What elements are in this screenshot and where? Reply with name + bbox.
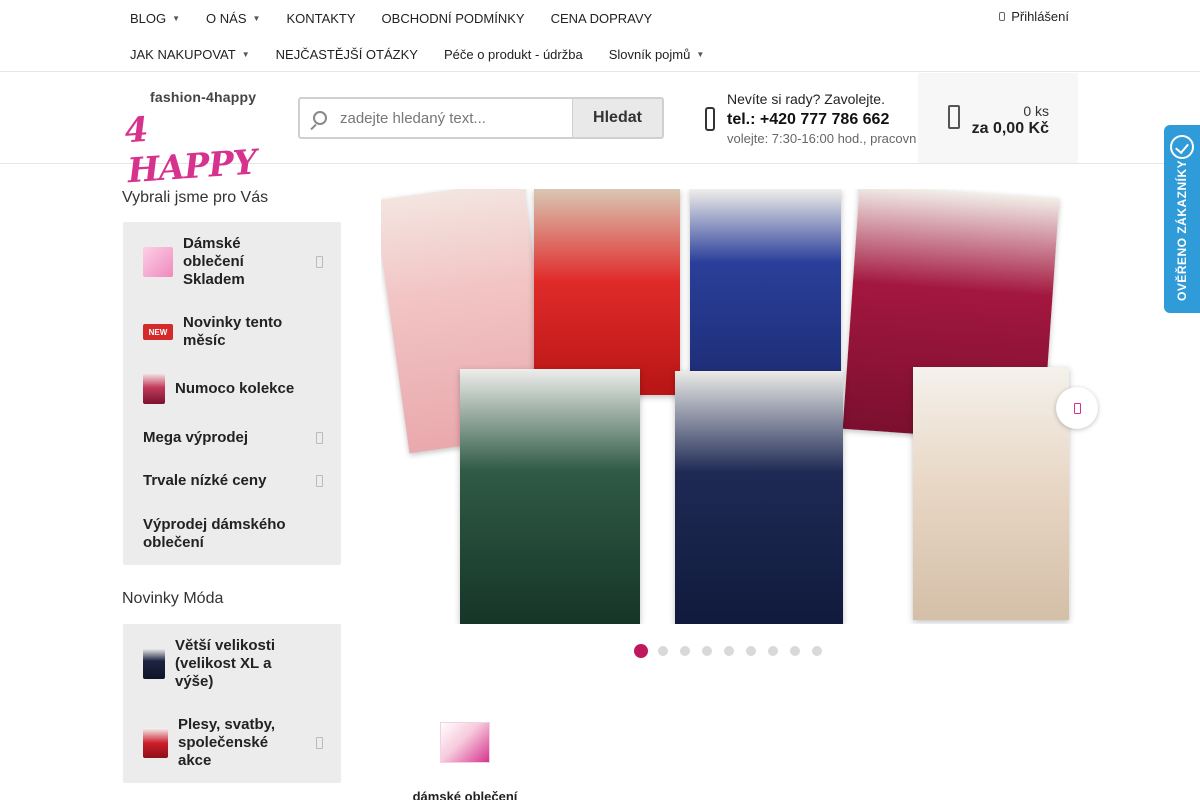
nav-cena-dopravy-label: CENA DOPRAVY bbox=[550, 10, 653, 26]
carousel-dot[interactable] bbox=[790, 646, 800, 656]
chevron-right-icon bbox=[316, 256, 323, 268]
carousel-dot[interactable] bbox=[812, 646, 822, 656]
nav-kontakty[interactable]: KONTAKTY bbox=[286, 11, 355, 26]
phone-icon bbox=[705, 107, 715, 131]
site-header: fashion-4happy 4 HAPPY Hledat Nevíte si … bbox=[0, 73, 1200, 191]
search-button[interactable]: Hledat bbox=[572, 99, 662, 137]
top-navigation: BLOG ▼ O NÁS ▼ KONTAKTY OBCHODNÍ PODMÍNKY … bbox=[0, 0, 1200, 72]
site-logo[interactable]: fashion-4happy 4 HAPPY bbox=[123, 89, 281, 191]
pink-banner-thumb bbox=[143, 247, 173, 277]
nav-kontakty-label: KONTAKTY bbox=[286, 10, 356, 26]
nav-jak-nakupovat-label: JAK NAKUPOVAT bbox=[130, 46, 236, 62]
carousel-dot[interactable] bbox=[702, 646, 712, 656]
nav-blog-label: BLOG bbox=[130, 10, 167, 26]
verified-seal-icon bbox=[1170, 135, 1194, 159]
carousel-dot[interactable] bbox=[746, 646, 756, 656]
cart-total: za 0,00 Kč bbox=[971, 120, 1049, 137]
red-dress-thumb bbox=[143, 728, 168, 758]
new-badge-icon: NEW bbox=[143, 324, 173, 340]
sidebar-item-label: Dámské oblečení Skladem bbox=[183, 235, 245, 288]
logo-wordmark: 4 HAPPY bbox=[123, 109, 258, 192]
carousel-dot[interactable] bbox=[724, 646, 734, 656]
nav-pece-o-produkt[interactable]: Péče o produkt - údržba bbox=[444, 47, 583, 62]
carousel-photo bbox=[534, 189, 680, 395]
sidebar-section-title: Vybrali jsme pro Vás bbox=[122, 189, 269, 206]
sidebar-item-mega-vyprodej[interactable]: Mega výprodej bbox=[143, 428, 327, 448]
sidebar-item-label: Numoco kolekce bbox=[175, 380, 295, 397]
carousel-photo bbox=[675, 371, 843, 624]
contact-phone[interactable]: tel.: +420 777 786 662 bbox=[727, 111, 889, 129]
nav-nejcastejsi-otazky-label: NEJČASTĚJŠÍ OTÁZKY bbox=[275, 46, 418, 62]
sidebar-item-plesy-svatby[interactable]: Plesy, svatby, společenské akce bbox=[143, 716, 327, 770]
cart-icon bbox=[948, 105, 960, 129]
search-input[interactable] bbox=[340, 99, 572, 137]
verified-badge-text: OVĚŘENO ZÁKAZNÍKY bbox=[1175, 159, 1189, 301]
hero-carousel[interactable] bbox=[381, 189, 1077, 624]
nav-row-2: JAK NAKUPOVAT ▼ NEJČASTĚJŠÍ OTÁZKY Péče o… bbox=[130, 36, 730, 72]
sidebar-section-title: Novinky Móda bbox=[122, 590, 224, 607]
cart-count: 0 ks bbox=[1023, 103, 1049, 119]
contact-prompt: Nevíte si rady? Zavolejte. bbox=[727, 91, 885, 107]
sidebar-item-label: Výprodej dámského oblečení bbox=[143, 516, 286, 551]
sidebar-item-label: Větší velikosti (velikost XL a výše) bbox=[175, 637, 276, 690]
sidebar-menu-novinky-moda: Větší velikosti (velikost XL a výše) Ple… bbox=[123, 624, 341, 783]
login-label: Přihlášení bbox=[1011, 9, 1069, 24]
carousel-dot[interactable] bbox=[768, 646, 778, 656]
carousel-pagination bbox=[634, 644, 822, 658]
sidebar-item-novinky[interactable]: NEW Novinky tento měsíc bbox=[143, 314, 327, 350]
nav-pece-o-produkt-label: Péče o produkt - údržba bbox=[443, 46, 583, 62]
sidebar-item-damske-obleceni-skladem[interactable]: Dámské oblečení Skladem bbox=[143, 235, 327, 288]
nav-slovnik-pojmu[interactable]: Slovník pojmů ▼ bbox=[609, 47, 705, 62]
sidebar-item-label: Plesy, svatby, společenské akce bbox=[178, 716, 276, 769]
chevron-right-icon bbox=[316, 737, 323, 749]
search-icon bbox=[300, 99, 340, 137]
sidebar-item-vyprodej-damskeho[interactable]: Výprodej dámského oblečení bbox=[143, 516, 327, 552]
chevron-down-icon: ▼ bbox=[696, 49, 705, 59]
chevron-down-icon: ▼ bbox=[172, 13, 181, 23]
cart-button[interactable]: 0 ks za 0,00 Kč bbox=[918, 73, 1078, 163]
user-icon bbox=[999, 12, 1006, 21]
carousel-dot[interactable] bbox=[634, 644, 648, 658]
nav-obchodni-podminky-label: OBCHODNÍ PODMÍNKY bbox=[381, 10, 525, 26]
nav-row-1: BLOG ▼ O NÁS ▼ KONTAKTY OBCHODNÍ PODMÍNKY … bbox=[130, 0, 678, 36]
chevron-down-icon: ▼ bbox=[241, 49, 250, 59]
sidebar-item-label: Trvale nízké ceny bbox=[143, 472, 267, 489]
nav-o-nas-label: O NÁS bbox=[206, 10, 247, 26]
category-thumb-damske-obleceni[interactable] bbox=[440, 722, 490, 763]
carousel-dot[interactable] bbox=[680, 646, 690, 656]
sidebar-item-numoco-kolekce[interactable]: Numoco kolekce bbox=[143, 372, 327, 406]
contact-info: Nevíte si rady? Zavolejte. tel.: +420 77… bbox=[705, 89, 917, 149]
nav-nejcastejsi-otazky[interactable]: NEJČASTĚJŠÍ OTÁZKY bbox=[276, 47, 418, 62]
sidebar-item-trvale-nizke-ceny[interactable]: Trvale nízké ceny bbox=[143, 471, 327, 491]
category-label[interactable]: dámské oblečení bbox=[380, 789, 550, 800]
nav-o-nas[interactable]: O NÁS ▼ bbox=[206, 11, 260, 26]
sidebar-item-vetsi-velikosti[interactable]: Větší velikosti (velikost XL a výše) bbox=[143, 637, 327, 691]
dress-thumb bbox=[143, 374, 165, 404]
contact-hours: volejte: 7:30-16:00 hod., pracovn bbox=[727, 131, 917, 146]
verified-by-customers-badge[interactable]: OVĚŘENO ZÁKAZNÍKY bbox=[1164, 125, 1200, 313]
login-link[interactable]: Přihlášení bbox=[999, 9, 1069, 24]
sidebar-item-label: Mega výprodej bbox=[143, 429, 249, 446]
sidebar-item-label: Novinky tento měsíc bbox=[183, 314, 283, 349]
chevron-right-icon bbox=[316, 475, 323, 487]
chevron-down-icon: ▼ bbox=[252, 13, 261, 23]
carousel-dot[interactable] bbox=[658, 646, 668, 656]
chevron-right-icon bbox=[1073, 402, 1081, 414]
nav-obchodni-podminky[interactable]: OBCHODNÍ PODMÍNKY bbox=[382, 11, 525, 26]
carousel-photo bbox=[913, 367, 1069, 620]
chevron-right-icon bbox=[316, 432, 323, 444]
search-bar: Hledat bbox=[298, 97, 664, 139]
carousel-photo bbox=[690, 189, 841, 372]
nav-jak-nakupovat[interactable]: JAK NAKUPOVAT ▼ bbox=[130, 47, 250, 62]
carousel-next-button[interactable] bbox=[1056, 387, 1098, 429]
nav-blog[interactable]: BLOG ▼ bbox=[130, 11, 180, 26]
nav-cena-dopravy[interactable]: CENA DOPRAVY bbox=[551, 11, 653, 26]
sidebar-menu-featured: Dámské oblečení Skladem NEW Novinky tent… bbox=[123, 222, 341, 565]
nav-slovnik-pojmu-label: Slovník pojmů bbox=[608, 46, 691, 62]
carousel-photo bbox=[460, 369, 640, 624]
navy-dress-thumb bbox=[143, 649, 165, 679]
